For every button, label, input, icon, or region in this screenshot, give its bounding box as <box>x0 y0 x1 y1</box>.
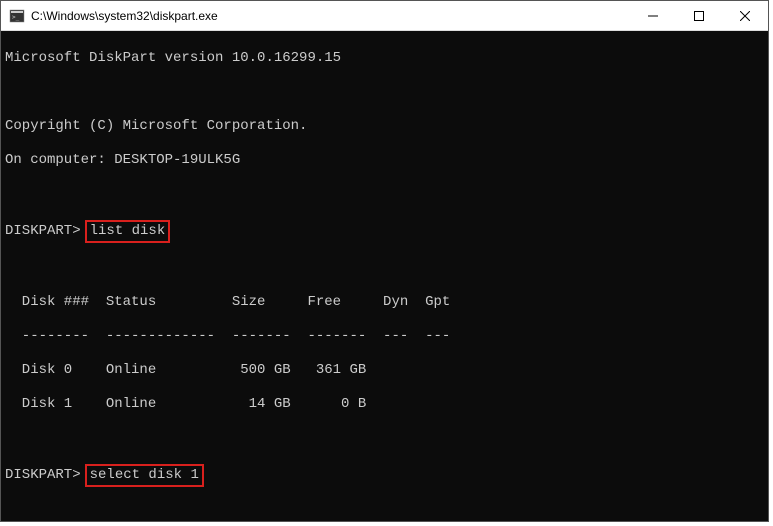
disk-table-divider: -------- ------------- ------- ------- -… <box>5 328 764 345</box>
prompt: DISKPART> <box>5 467 81 484</box>
maximize-button[interactable] <box>676 1 722 30</box>
window-controls <box>630 1 768 30</box>
version-line: Microsoft DiskPart version 10.0.16299.15 <box>5 50 764 67</box>
close-button[interactable] <box>722 1 768 30</box>
computer-line: On computer: DESKTOP-19ULK5G <box>5 152 764 169</box>
disk-table-header: Disk ### Status Size Free Dyn Gpt <box>5 294 764 311</box>
console-window: >_ C:\Windows\system32\diskpart.exe Micr… <box>0 0 769 522</box>
svg-text:>_: >_ <box>12 14 20 21</box>
command-highlight: select disk 1 <box>85 464 204 487</box>
table-row: Disk 0 Online 500 GB 361 GB <box>5 362 764 379</box>
prompt-line: DISKPART>select disk 1 <box>5 464 764 487</box>
blank-line <box>5 430 764 447</box>
blank-line <box>5 186 764 203</box>
blank-line <box>5 260 764 277</box>
blank-line <box>5 84 764 101</box>
window-title: C:\Windows\system32\diskpart.exe <box>31 9 630 23</box>
copyright-line: Copyright (C) Microsoft Corporation. <box>5 118 764 135</box>
prompt: DISKPART> <box>5 223 81 240</box>
titlebar: >_ C:\Windows\system32\diskpart.exe <box>1 1 768 31</box>
table-row: Disk 1 Online 14 GB 0 B <box>5 396 764 413</box>
terminal-output[interactable]: Microsoft DiskPart version 10.0.16299.15… <box>1 31 768 521</box>
blank-line <box>5 504 764 521</box>
command-highlight: list disk <box>85 220 171 243</box>
app-icon: >_ <box>9 8 25 24</box>
minimize-button[interactable] <box>630 1 676 30</box>
prompt-line: DISKPART>list disk <box>5 220 764 243</box>
